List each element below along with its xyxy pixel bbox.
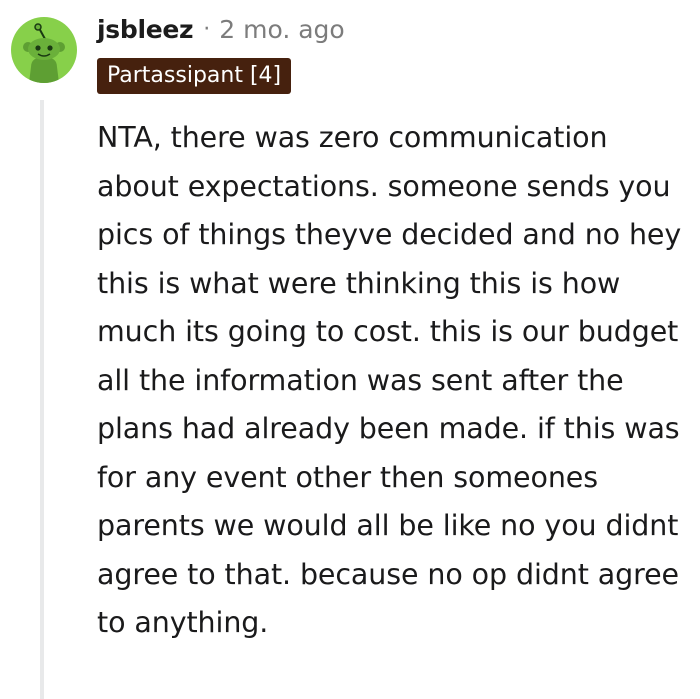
separator-dot: · [203,16,211,42]
avatar[interactable] [11,17,77,83]
username-link[interactable]: jsbleez [97,15,194,44]
timestamp[interactable]: 2 mo. ago [219,15,344,44]
user-flair-badge: Partassipant [4] [97,58,292,94]
comment-body: NTA, there was zero communication about … [97,121,682,639]
reddit-snoo-avatar-icon [23,23,65,83]
comment-meta: jsbleez · 2 mo. ago [97,12,345,46]
thread-collapse-line[interactable] [40,100,44,699]
